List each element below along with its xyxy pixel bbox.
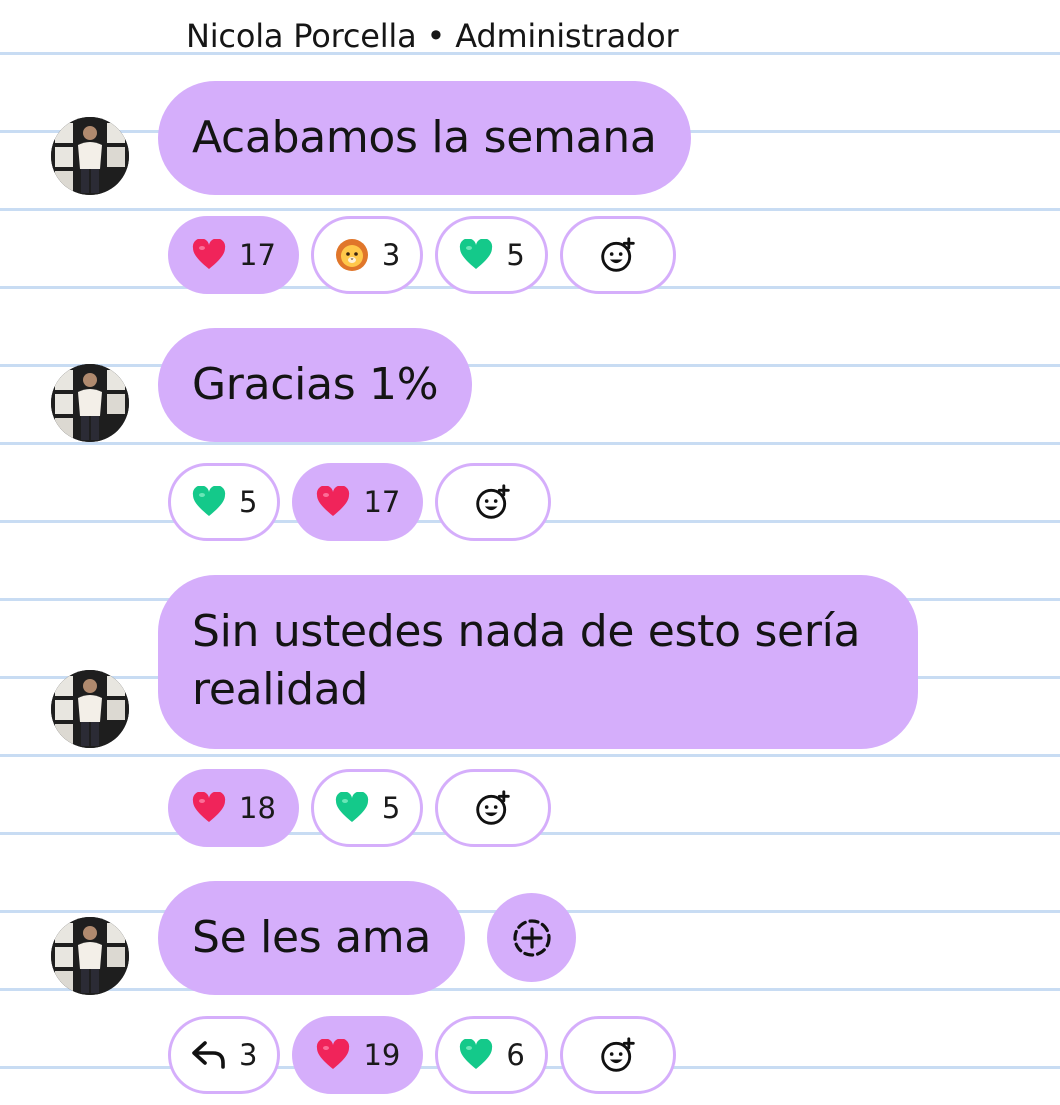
avatar[interactable]: [51, 364, 129, 442]
message-text: Sin ustedes nada de esto sería realidad: [192, 606, 861, 715]
reaction-heart-red[interactable]: 19: [292, 1016, 424, 1094]
add-emoji-icon: [600, 1037, 636, 1073]
lion-icon: [334, 237, 370, 273]
red-heart-icon: [315, 1037, 351, 1073]
message-text: Se les ama: [192, 912, 431, 963]
add-emoji-icon: [475, 790, 511, 826]
green-heart-icon: [191, 484, 227, 520]
reaction-count: 6: [506, 1038, 525, 1072]
red-heart-icon: [191, 237, 227, 273]
reaction-row: 3 19 6: [168, 1016, 676, 1094]
add-reaction-button[interactable]: [559, 216, 676, 294]
reaction-heart-red[interactable]: 17: [168, 216, 299, 294]
reaction-heart-green[interactable]: 5: [168, 463, 281, 541]
message-text: Acabamos la semana: [192, 112, 657, 163]
add-emoji-icon: [475, 484, 511, 520]
message-bubble[interactable]: Sin ustedes nada de esto sería realidad: [158, 575, 918, 749]
reply-count-button[interactable]: 3: [168, 1016, 281, 1094]
reaction-count: 18: [239, 791, 276, 825]
reaction-count: 5: [506, 238, 525, 272]
reaction-heart-green[interactable]: 5: [435, 216, 548, 294]
message-bubble[interactable]: Se les ama: [158, 881, 465, 995]
reaction-row: 5 17: [168, 463, 552, 541]
forward-dashed-plus-icon: [512, 918, 551, 957]
reaction-count: 17: [239, 238, 276, 272]
red-heart-icon: [315, 484, 351, 520]
reply-count: 3: [239, 1038, 258, 1072]
sender-name: Nicola Porcella: [186, 17, 417, 55]
reaction-row: 18 5: [168, 769, 552, 847]
add-emoji-icon: [600, 237, 636, 273]
avatar[interactable]: [51, 670, 129, 748]
forward-button[interactable]: [487, 893, 576, 982]
add-reaction-button[interactable]: [435, 463, 552, 541]
message-bubble[interactable]: Gracias 1%: [158, 328, 473, 442]
green-heart-icon: [458, 237, 494, 273]
red-heart-icon: [191, 790, 227, 826]
reaction-heart-green[interactable]: 5: [310, 769, 424, 847]
reaction-count: 3: [381, 238, 401, 272]
reply-arrow-icon: [191, 1037, 227, 1073]
green-heart-icon: [458, 1037, 494, 1073]
reaction-count: 19: [363, 1038, 401, 1072]
reaction-heart-red[interactable]: 17: [292, 463, 424, 541]
sender-header: Nicola Porcella • Administrador: [186, 17, 679, 55]
sender-separator: •: [426, 17, 446, 55]
sender-role: Administrador: [455, 17, 679, 55]
reaction-lion[interactable]: 3: [310, 216, 424, 294]
add-reaction-button[interactable]: [435, 769, 552, 847]
message-bubble[interactable]: Acabamos la semana: [158, 81, 691, 195]
reaction-heart-green[interactable]: 6: [435, 1016, 548, 1094]
reaction-count: 17: [363, 485, 401, 519]
message-text: Gracias 1%: [192, 359, 439, 410]
green-heart-icon: [334, 790, 370, 826]
add-reaction-button[interactable]: [559, 1016, 676, 1094]
reaction-count: 5: [381, 791, 401, 825]
avatar[interactable]: [51, 117, 129, 195]
reaction-row: 17 3 5: [168, 216, 676, 294]
avatar[interactable]: [51, 917, 129, 995]
reaction-count: 5: [239, 485, 258, 519]
reaction-heart-red[interactable]: 18: [168, 769, 299, 847]
